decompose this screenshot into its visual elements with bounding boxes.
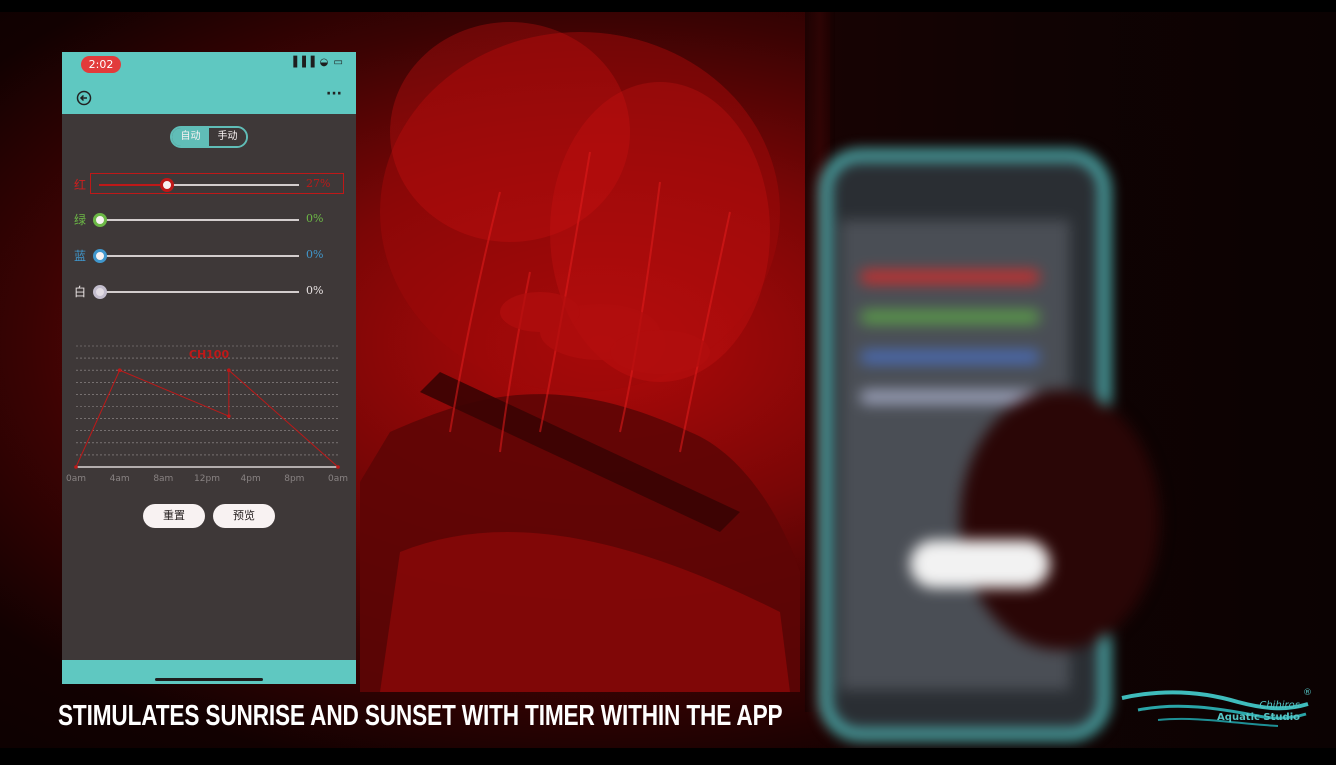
red-slider-thumb[interactable] bbox=[160, 178, 174, 192]
chart-x-tick-label: 12pm bbox=[194, 474, 220, 484]
chart-x-tick-label: 8pm bbox=[284, 474, 304, 484]
home-indicator bbox=[155, 678, 263, 681]
chart-point[interactable] bbox=[336, 465, 340, 469]
channel-label-blue: 蓝 bbox=[74, 249, 87, 263]
reset-button[interactable]: 重置 bbox=[143, 504, 205, 528]
blurred-phone-in-hand bbox=[800, 140, 1160, 740]
blue-slider-track[interactable] bbox=[99, 255, 299, 257]
mode-toggle: 自动 手动 bbox=[170, 126, 248, 148]
chihiros-logo: ® Chihiros Aquatic Studio bbox=[1118, 688, 1318, 743]
mode-auto-button[interactable]: 自动 bbox=[172, 128, 209, 146]
chart-x-tick-label: 4pm bbox=[241, 474, 261, 484]
logo-brand: Chihiros bbox=[1259, 700, 1300, 711]
chart-point[interactable] bbox=[227, 414, 231, 418]
chart-point[interactable] bbox=[74, 465, 78, 469]
chart-x-tick-label: 4am bbox=[110, 474, 130, 484]
chart-title: CH100 bbox=[189, 348, 230, 361]
signal-wifi-battery-icon: ▐▐▐ ◒ ▭ bbox=[289, 57, 344, 68]
timer-schedule-chart: 0am 4am 8am 12pm 4pm 8pm 0am CH100 bbox=[66, 345, 348, 484]
channel-value-blue: 0% bbox=[306, 248, 324, 261]
back-arrow-icon[interactable] bbox=[76, 90, 92, 106]
white-slider-thumb[interactable] bbox=[93, 285, 107, 299]
white-slider-track[interactable] bbox=[99, 291, 299, 293]
slider-row-green: 绿 0% bbox=[62, 209, 356, 231]
channel-label-white: 白 bbox=[74, 285, 87, 299]
chart-x-tick-label: 8am bbox=[153, 474, 173, 484]
chart-x-tick-label: 0am bbox=[328, 474, 348, 484]
chart-x-labels: 0am 4am 8am 12pm 4pm 8pm 0am bbox=[66, 474, 348, 484]
channel-label-red: 红 bbox=[74, 178, 87, 192]
action-buttons: 重置 预览 bbox=[62, 504, 356, 530]
channel-value-white: 0% bbox=[306, 284, 324, 297]
red-slider-track[interactable] bbox=[99, 184, 299, 186]
chart-point[interactable] bbox=[227, 368, 231, 372]
chart-x-tick-label: 0am bbox=[66, 474, 86, 484]
green-slider-track[interactable] bbox=[99, 219, 299, 221]
preview-button[interactable]: 预览 bbox=[213, 504, 275, 528]
chart-series bbox=[74, 368, 340, 469]
phone-app-screen: 2:02 ▐▐▐ ◒ ▭ ··· 自动 手动 红 27% 绿 0% 蓝 0% 白… bbox=[62, 52, 356, 684]
channel-value-red: 27% bbox=[306, 177, 331, 190]
mode-manual-button[interactable]: 手动 bbox=[209, 128, 246, 146]
channel-value-green: 0% bbox=[306, 212, 324, 225]
status-bar: 2:02 ▐▐▐ ◒ ▭ bbox=[62, 52, 356, 84]
chart-point[interactable] bbox=[117, 368, 122, 372]
chart-series-line bbox=[75, 369, 339, 468]
registered-mark: ® bbox=[1303, 688, 1312, 698]
blue-slider-thumb[interactable] bbox=[93, 249, 107, 263]
status-time: 2:02 bbox=[81, 56, 121, 73]
slider-row-white: 白 0% bbox=[62, 281, 356, 303]
green-slider-thumb[interactable] bbox=[93, 213, 107, 227]
logo-subtitle: Aquatic Studio bbox=[1217, 712, 1300, 723]
video-caption: STIMULATES SUNRISE AND SUNSET WITH TIMER… bbox=[58, 700, 783, 732]
nav-bar: ··· bbox=[62, 84, 356, 114]
slider-row-red: 红 27% bbox=[62, 174, 356, 196]
channel-label-green: 绿 bbox=[74, 213, 87, 227]
more-menu-icon[interactable]: ··· bbox=[326, 86, 342, 102]
aquarium-plants-illustration bbox=[360, 22, 800, 692]
slider-row-blue: 蓝 0% bbox=[62, 245, 356, 267]
